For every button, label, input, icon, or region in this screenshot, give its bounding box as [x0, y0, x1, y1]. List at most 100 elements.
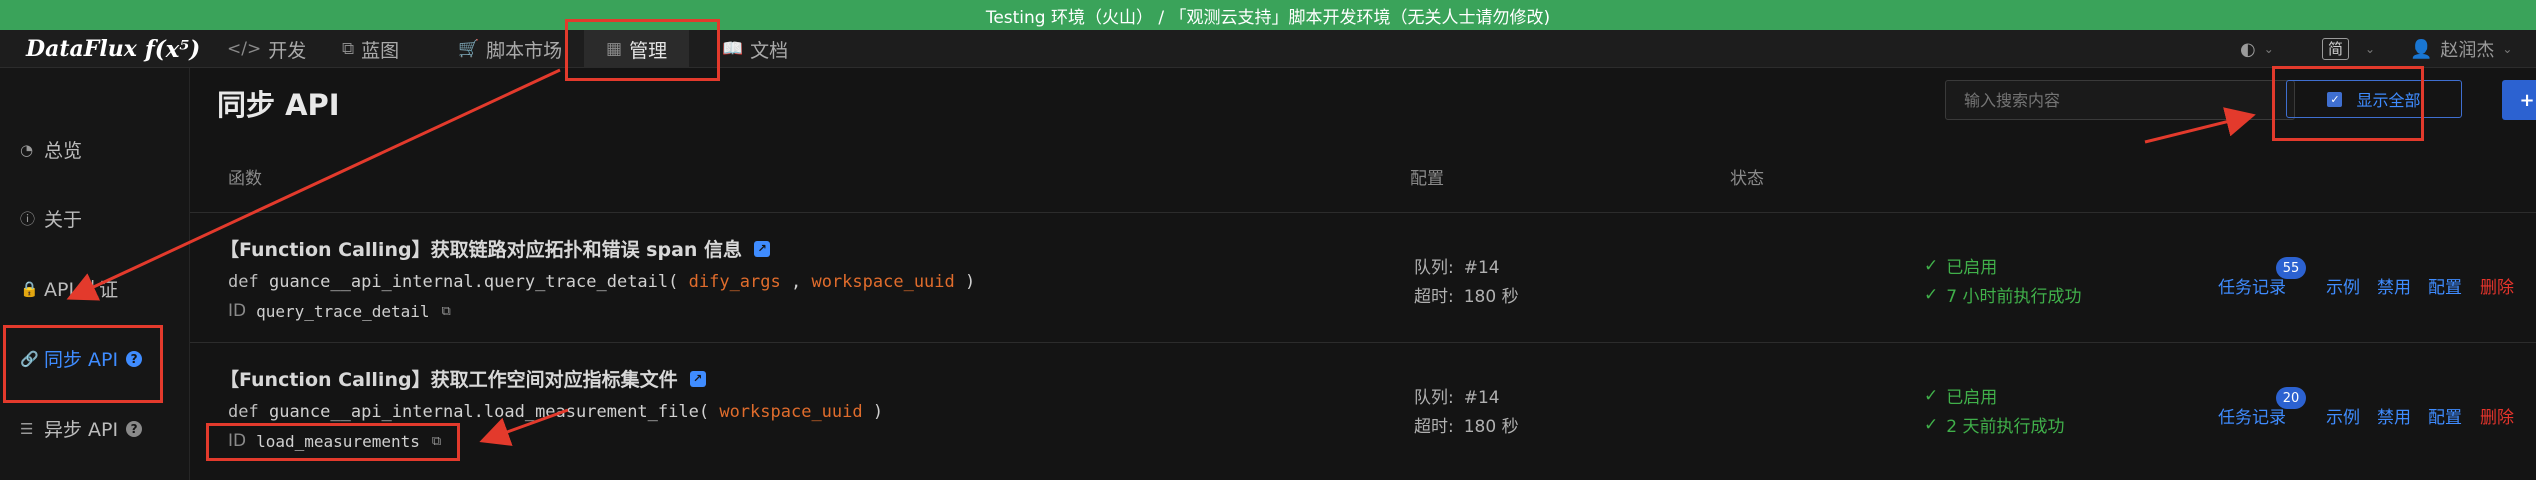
theme-toggle[interactable]: ◐ ⌄ [2240, 30, 2274, 68]
language-select[interactable]: 简 ⌄ [2322, 30, 2375, 68]
annotation-box-manage [565, 19, 720, 81]
blueprint-icon: ⧉ [342, 39, 355, 59]
status-last-run: ✓ 7 小时前执行成功 [1924, 282, 2082, 308]
help-icon[interactable]: ? [126, 420, 143, 437]
annotation-box-id [206, 423, 460, 461]
chevron-down-icon: ⌄ [2502, 42, 2513, 56]
example-link[interactable]: 示例 [2326, 273, 2360, 298]
search-input[interactable] [1945, 80, 2295, 120]
tasks-label: 任务记录 [2218, 278, 2286, 298]
sidebar-item-api-auth[interactable]: 🔒 API 认证 [20, 275, 118, 302]
queue-label: 队列: [1414, 388, 1454, 408]
task-count-badge: 55 [2276, 257, 2306, 279]
function-title: 【Function Calling】获取链路对应拓扑和错误 span 信息 ↗ [220, 235, 771, 262]
column-header-config: 配置 [1410, 169, 1444, 189]
function-arg: workspace_uuid [719, 402, 863, 422]
lock-icon: 🔒 [20, 279, 39, 298]
example-link[interactable]: 示例 [2326, 403, 2360, 428]
status-enabled: ✓ 已启用 [1924, 383, 1998, 409]
user-menu[interactable]: 👤 赵润杰 ⌄ [2410, 30, 2512, 68]
new-button[interactable]: +新建 [2502, 80, 2536, 120]
sidebar-item-label: 总览 [44, 140, 83, 162]
check-icon: ✓ [1924, 385, 1939, 406]
function-signature: def guance__api_internal.load_measuremen… [228, 402, 883, 422]
tasks-link[interactable]: 任务记录 20 [2218, 387, 2306, 428]
logo-text: DataFlux [26, 36, 137, 62]
tasks-label: 任务记录 [2218, 408, 2286, 428]
sidebar-item-overview[interactable]: ◔ 总览 [20, 136, 82, 163]
config-queue: 队列: #14 [1414, 253, 1500, 278]
chevron-down-icon: ⌄ [2365, 42, 2376, 56]
nav-label: 文档 [750, 39, 789, 62]
check-icon: ✓ [1924, 255, 1939, 276]
nav-item-docs[interactable]: 📖 文档 [722, 30, 788, 68]
delete-link[interactable]: 删除 [2480, 273, 2514, 298]
annotation-box-sync-api [3, 325, 163, 403]
disable-link[interactable]: 禁用 [2377, 273, 2411, 298]
disable-link[interactable]: 禁用 [2377, 403, 2411, 428]
queue-value: #14 [1463, 258, 1500, 278]
logo-fx: f(x⁵) [144, 35, 201, 63]
user-name: 赵润杰 [2440, 40, 2495, 61]
table-row: 【Function Calling】获取链路对应拓扑和错误 span 信息 ↗ d… [190, 212, 2536, 342]
def-keyword: def [228, 272, 259, 292]
external-link-icon[interactable]: ↗ [754, 240, 771, 257]
config-timeout: 超时: 180 秒 [1414, 412, 1519, 437]
sidebar: ◔ 总览 ⓘ 关于 🔒 API 认证 🔗 同步 API? ☰ 异步 API? [0, 68, 190, 480]
annotation-box-show-all [2272, 66, 2424, 141]
banner-text: Testing 环境（火山） / 「观测云支持」脚本开发环境（无关人士请勿修改) [985, 7, 1551, 28]
function-close: ) [965, 272, 976, 292]
config-queue: 队列: #14 [1414, 383, 1500, 408]
id-value: query_trace_detail [256, 301, 430, 321]
check-icon: ✓ [1924, 414, 1939, 435]
timeout-label: 超时: [1414, 417, 1454, 437]
status-enabled: ✓ 已启用 [1924, 253, 1998, 279]
nav-item-develop[interactable]: </> 开发 [227, 30, 306, 68]
timeout-value: 180 秒 [1463, 417, 1519, 437]
list-icon: ☰ [20, 419, 34, 438]
contrast-icon: ◐ [2240, 38, 2256, 60]
function-arg: workspace_uuid [811, 272, 955, 292]
nav-label: 开发 [268, 39, 307, 62]
external-link-icon[interactable]: ↗ [689, 370, 706, 387]
config-timeout: 超时: 180 秒 [1414, 282, 1519, 307]
status-text: 已启用 [1946, 388, 1998, 408]
page-title: 同步 API [217, 88, 340, 122]
app-logo[interactable]: DataFlux f(x⁵) [26, 34, 200, 64]
status-text: 2 天前执行成功 [1946, 417, 2065, 437]
copy-icon[interactable]: ⧉ [442, 304, 451, 319]
nav-item-market[interactable]: 🛒 脚本市场 [458, 30, 562, 68]
environment-banner: Testing 环境（火山） / 「观测云支持」脚本开发环境（无关人士请勿修改) [0, 0, 2536, 30]
sidebar-item-async-api[interactable]: ☰ 异步 API? [20, 415, 143, 442]
function-title: 【Function Calling】获取工作空间对应指标集文件 ↗ [220, 365, 706, 392]
function-signature: def guance__api_internal.query_trace_det… [228, 272, 976, 292]
task-count-badge: 20 [2276, 387, 2306, 409]
function-title-text: 【Function Calling】获取链路对应拓扑和错误 span 信息 [220, 239, 743, 261]
config-link[interactable]: 配置 [2428, 273, 2462, 298]
info-icon: ⓘ [20, 210, 36, 228]
plus-icon: + [2519, 89, 2535, 111]
id-label: ID [228, 301, 247, 321]
tasks-link[interactable]: 任务记录 55 [2218, 257, 2306, 298]
timeout-label: 超时: [1414, 287, 1454, 307]
nav-label: 蓝图 [361, 39, 400, 62]
delete-link[interactable]: 删除 [2480, 403, 2514, 428]
column-header-status: 状态 [1730, 169, 1764, 189]
status-text: 7 小时前执行成功 [1946, 287, 2082, 307]
config-link[interactable]: 配置 [2428, 403, 2462, 428]
sidebar-item-about[interactable]: ⓘ 关于 [20, 205, 82, 232]
function-id: ID query_trace_detail ⧉ [228, 301, 451, 321]
status-text: 已启用 [1946, 258, 1998, 278]
sidebar-item-label: 异步 API [44, 419, 119, 441]
function-name: guance__api_internal.query_trace_detail( [268, 272, 679, 292]
timeout-value: 180 秒 [1463, 287, 1519, 307]
check-icon: ✓ [1924, 284, 1939, 305]
cart-icon: 🛒 [458, 39, 480, 59]
status-last-run: ✓ 2 天前执行成功 [1924, 412, 2065, 438]
language-value: 简 [2322, 38, 2350, 60]
nav-item-blueprint[interactable]: ⧉ 蓝图 [342, 30, 399, 68]
sidebar-item-label: 关于 [44, 209, 83, 231]
chevron-down-icon: ⌄ [2263, 42, 2274, 56]
top-navbar: DataFlux f(x⁵) </> 开发 ⧉ 蓝图 🛒 脚本市场 ▦ 管理 📖 文档 ◐… [0, 30, 2536, 68]
sidebar-item-label: API 认证 [44, 279, 119, 301]
